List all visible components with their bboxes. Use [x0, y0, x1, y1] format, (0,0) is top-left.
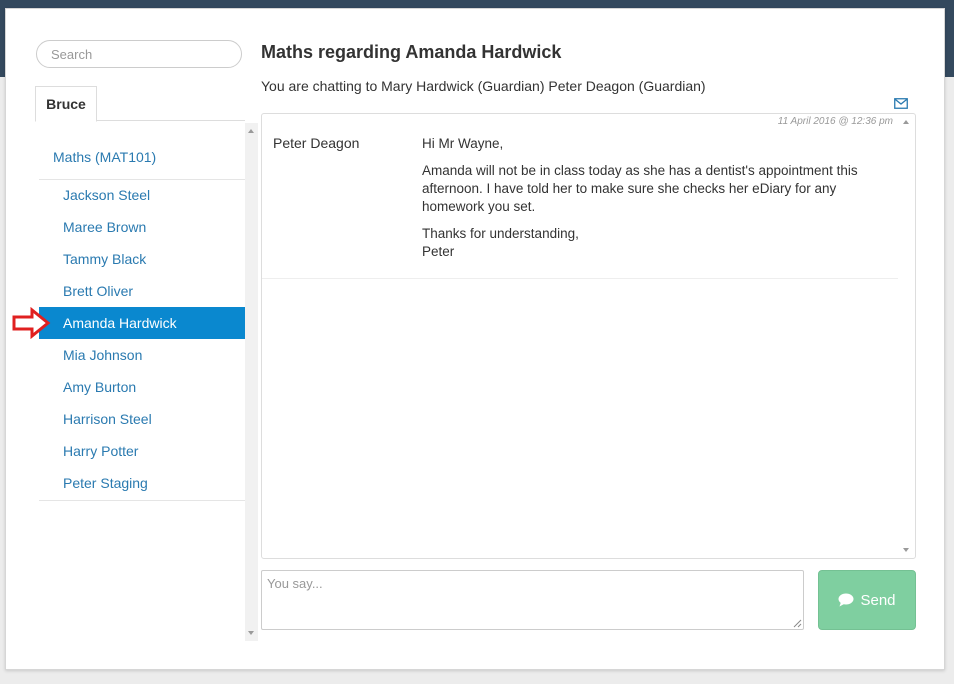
arrow-marker-icon — [12, 307, 51, 339]
chat-participants: You are chatting to Mary Hardwick (Guard… — [261, 78, 706, 94]
message-line: Hi Mr Wayne, — [422, 136, 504, 151]
student-item-selected[interactable]: Amanda Hardwick — [39, 307, 245, 339]
scroll-down-icon[interactable] — [903, 548, 909, 552]
resize-grip-icon[interactable] — [793, 619, 802, 628]
thread-scrollbar[interactable] — [898, 114, 915, 558]
search-input[interactable] — [36, 40, 242, 68]
student-item[interactable]: Jackson Steel — [39, 179, 245, 211]
student-item[interactable]: Brett Oliver — [39, 275, 245, 307]
divider — [39, 500, 245, 501]
student-item[interactable]: Maree Brown — [39, 211, 245, 243]
message-sender: Peter Deagon — [273, 135, 360, 151]
send-label: Send — [860, 591, 896, 609]
chat-title: Maths regarding Amanda Hardwick — [261, 42, 562, 62]
message-line: Peter — [422, 244, 455, 259]
student-item[interactable]: Harry Potter — [39, 435, 245, 467]
message-line: Thanks for understanding, — [422, 226, 579, 241]
student-item[interactable]: Amy Burton — [39, 371, 245, 403]
message-body: Hi Mr Wayne, Amanda will not be in class… — [422, 135, 892, 261]
message-line: Amanda will not be in class today as she… — [422, 163, 858, 214]
subject-link[interactable]: Maths (MAT101) — [53, 149, 156, 165]
student-item[interactable]: Peter Staging — [39, 467, 245, 499]
messages-panel: Bruce Maths (MAT101) Jackson Steel Maree… — [5, 8, 945, 670]
student-item[interactable]: Tammy Black — [39, 243, 245, 275]
message-thread: 11 April 2016 @ 12:36 pm Peter Deagon Hi… — [261, 113, 916, 559]
sidebar-scrollbar[interactable] — [245, 123, 258, 641]
message-timestamp: 11 April 2016 @ 12:36 pm — [777, 116, 893, 127]
message-input[interactable] — [261, 570, 804, 630]
scroll-up-icon[interactable] — [248, 129, 254, 133]
student-item[interactable]: Mia Johnson — [39, 339, 245, 371]
divider — [262, 278, 898, 279]
scroll-up-icon[interactable] — [903, 120, 909, 124]
student-item[interactable]: Harrison Steel — [39, 403, 245, 435]
tab-bar: Bruce — [35, 86, 245, 122]
tab-bruce[interactable]: Bruce — [35, 86, 97, 122]
chat-bubble-icon — [838, 593, 854, 607]
send-button[interactable]: Send — [818, 570, 916, 630]
envelope-icon[interactable] — [894, 98, 908, 109]
student-list: Jackson Steel Maree Brown Tammy Black Br… — [39, 179, 245, 499]
scroll-down-icon[interactable] — [248, 631, 254, 635]
